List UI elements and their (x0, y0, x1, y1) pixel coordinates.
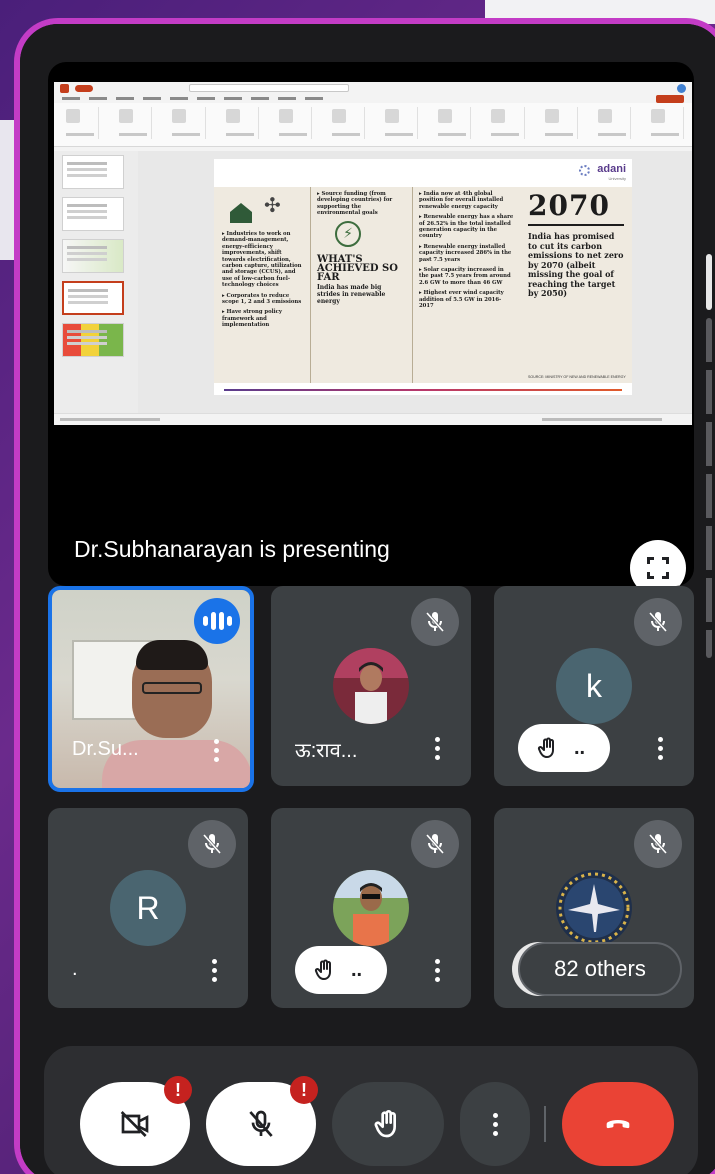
slide-year-text: India has promised to cut its carbon emi… (528, 231, 624, 298)
ppt-search-box (189, 84, 349, 92)
hang-up-icon (606, 1120, 630, 1129)
device-frame: adani University ✣ ▸ Industries to work … (14, 18, 715, 1174)
slide-thumbnail (62, 155, 124, 189)
mic-off-icon (411, 820, 459, 868)
slide-canvas: adani University ✣ ▸ Industries to work … (138, 151, 692, 413)
slide-bullet: ▸ Renewable energy installed capacity in… (419, 243, 512, 263)
more-options-icon[interactable] (427, 730, 447, 766)
more-options-button[interactable] (460, 1082, 530, 1166)
raised-hand-badge: .. (295, 946, 387, 994)
slide-footer (214, 383, 632, 395)
participant-name: ऊ:राव... (295, 740, 358, 762)
ppt-user-avatar (677, 83, 686, 93)
lightning-icon: ⚡ (335, 220, 361, 247)
slide-source: SOURCE: MINISTRY OF NEW AND RENEWABLE EN… (528, 375, 626, 379)
ppt-body: adani University ✣ ▸ Industries to work … (54, 151, 692, 413)
camera-alert-badge: ! (164, 1076, 192, 1104)
meet-screen: adani University ✣ ▸ Industries to work … (20, 24, 715, 1174)
slide-column-2: ▸ Source funding (from developing countr… (310, 187, 412, 383)
adani-logo-icon (579, 165, 590, 176)
raised-hand-label: .. (574, 736, 586, 759)
mic-off-icon (411, 598, 459, 646)
scrollbar[interactable] (706, 254, 714, 674)
slide-bullet: ▸ Source funding (from developing countr… (317, 191, 393, 217)
presentation-area[interactable]: adani University ✣ ▸ Industries to work … (48, 62, 694, 586)
participant-avatar (333, 648, 409, 724)
others-count-badge[interactable]: 82 others (518, 942, 682, 996)
raise-hand-button[interactable] (332, 1082, 444, 1166)
more-options-icon[interactable] (206, 732, 226, 768)
slide-thumbnail (62, 323, 124, 357)
hand-icon (537, 737, 554, 758)
slide-thumbnail (62, 239, 124, 273)
participant-name: Dr.Su... (72, 738, 139, 760)
slide-bullet: ▸ India now at 4th global position for o… (419, 191, 504, 210)
slide-column-3: ▸ India now at 4th global position for o… (412, 187, 520, 383)
leave-call-button[interactable] (562, 1082, 674, 1166)
participant-avatar (333, 870, 409, 946)
presenting-label: Dr.Subhanarayan is presenting (74, 536, 390, 562)
slide-bullet: ▸ Have strong policy framework and imple… (222, 309, 282, 329)
participant-tile[interactable]: k .. (494, 586, 694, 786)
raised-hand-label: .. (351, 958, 363, 981)
others-tile[interactable]: 82 others (494, 808, 694, 1008)
more-options-icon[interactable] (427, 952, 447, 988)
slide-thumbnail-selected (62, 281, 124, 315)
participant-avatar: R (110, 870, 186, 946)
mic-alert-badge: ! (290, 1076, 318, 1104)
slide-bullet: ▸ Renewable energy has a share of 26.52%… (419, 214, 514, 240)
powerpoint-logo-icon (60, 83, 69, 93)
ppt-ribbon (54, 103, 692, 147)
house-icon (230, 203, 252, 223)
participant-avatar: k (556, 648, 632, 724)
participant-tile[interactable]: ऊ:राव... (271, 586, 471, 786)
more-options-icon[interactable] (650, 730, 670, 766)
speaking-indicator-icon (194, 598, 240, 644)
slide-year: 2070 (528, 189, 610, 222)
participant-tile[interactable]: R . (48, 808, 248, 1008)
mic-toggle-button[interactable]: ! (206, 1076, 318, 1166)
more-vert-icon (492, 1112, 498, 1136)
slide-thumbnail (62, 197, 124, 231)
slide-bullet: ▸ Solar capacity increased in the past 7… (419, 267, 511, 286)
slide-bullet: ▸ Highest ever wind capacity addition of… (419, 290, 504, 310)
mic-off-icon (188, 820, 236, 868)
fullscreen-button[interactable] (630, 540, 686, 586)
camera-off-icon (120, 1111, 149, 1137)
slide-column-1: ✣ ▸ Industries to work on demand-managem… (214, 187, 310, 383)
slide-brand-sub: University (608, 176, 626, 181)
participant-avatar (556, 870, 632, 946)
controls-divider (544, 1106, 546, 1142)
call-controls-bar: ! ! (44, 1046, 698, 1174)
shared-screen: adani University ✣ ▸ Industries to work … (54, 82, 692, 425)
ppt-status-bar (54, 413, 692, 425)
slide-bullet: ▸ Corporates to reduce scope 1, 2 and 3 … (222, 292, 302, 306)
hand-icon (314, 959, 331, 980)
ppt-title-bar (54, 82, 692, 94)
slide-thumbnails (54, 151, 138, 413)
participant-name: . (72, 958, 78, 980)
mic-off-icon (634, 598, 682, 646)
mic-off-icon (634, 820, 682, 868)
camera-toggle-button[interactable]: ! (80, 1076, 192, 1166)
more-options-icon[interactable] (204, 952, 224, 988)
current-slide: adani University ✣ ▸ Industries to work … (214, 159, 632, 395)
slide-column-4: 2070 India has promised to cut its carbo… (520, 187, 632, 383)
slide-heading: WHAT'S ACHIEVED SO FAR (317, 253, 398, 283)
mic-off-icon (249, 1110, 273, 1137)
autosave-toggle (75, 84, 93, 92)
slide-brand: adani (597, 163, 626, 175)
slide-subheading: India has made big strides in renewable … (317, 283, 386, 305)
participant-tile[interactable]: .. (271, 808, 471, 1008)
wind-turbine-icon: ✣ (264, 193, 281, 217)
ppt-share-button (656, 94, 684, 103)
slide-bullet: ▸ Industries to work on demand-managemen… (222, 231, 302, 289)
participant-tile-active[interactable]: Dr.Su... (48, 586, 254, 792)
raised-hand-badge: .. (518, 724, 610, 772)
fullscreen-icon (647, 557, 669, 579)
ppt-menu-bar (54, 94, 692, 103)
hand-icon (374, 1110, 396, 1138)
